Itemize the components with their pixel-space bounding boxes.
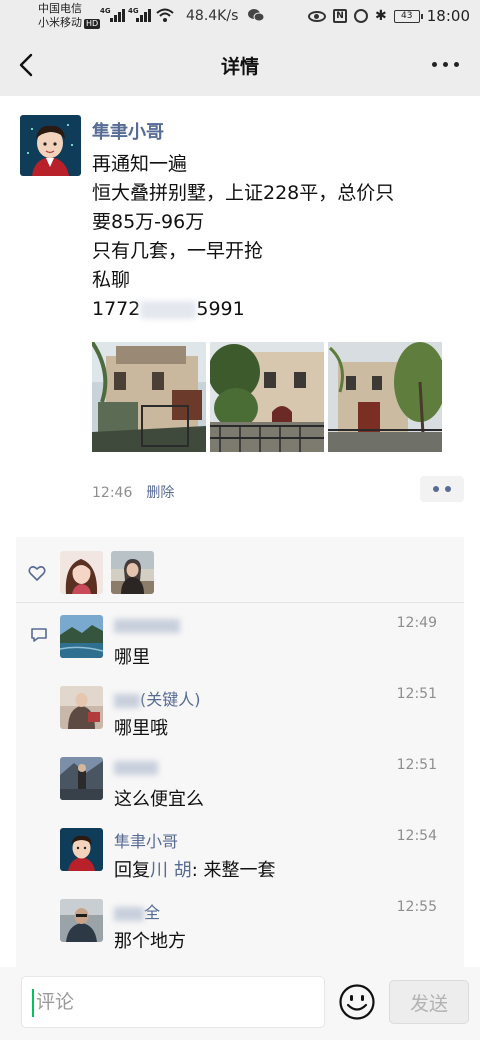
- status-bar: 中国电信 小米移动 HD 4G 4G 48.4K/s N ✱ 43 18:00: [0, 0, 480, 34]
- comment-item[interactable]: 12:49 哪里: [16, 615, 464, 687]
- network-1-label: 4G: [100, 7, 111, 15]
- network-2-label: 4G: [128, 7, 139, 15]
- commenter-avatar[interactable]: [60, 757, 103, 800]
- carrier-info: 中国电信 小米移动 HD: [38, 2, 101, 30]
- send-button[interactable]: 发送: [389, 980, 469, 1024]
- battery-icon: 43: [393, 9, 423, 23]
- reply-to-name[interactable]: 川 胡: [150, 860, 192, 881]
- post-photo-3[interactable]: [328, 342, 442, 452]
- post-line: 要85万-96万: [92, 211, 205, 233]
- comment-item[interactable]: (关键人) 12:51 哪里哦: [16, 686, 464, 758]
- commenter-name[interactable]: 全: [114, 899, 161, 922]
- carrier-2-row: 小米移动 HD: [38, 16, 101, 30]
- redacted-digits: [140, 300, 197, 319]
- commenter-avatar[interactable]: [60, 899, 103, 942]
- post-author[interactable]: 隼聿小哥: [92, 118, 164, 144]
- redacted-name: [114, 760, 158, 775]
- phone-number-link[interactable]: 1772 5991: [92, 295, 462, 324]
- comment-time: 12:51: [396, 686, 437, 702]
- phone-suffix: 5991: [196, 298, 245, 320]
- commenter-name-text: (关键人): [140, 690, 201, 709]
- post-photos: [92, 342, 442, 452]
- signal-1-icon: 4G: [100, 7, 125, 22]
- post-line: 再通知一遍: [92, 153, 188, 175]
- liker-avatar[interactable]: [60, 551, 103, 594]
- commenter-name[interactable]: [114, 615, 180, 635]
- phone-prefix: 1772: [92, 298, 141, 320]
- comment-time: 12:51: [396, 757, 437, 773]
- commenter-avatar[interactable]: [60, 828, 103, 871]
- status-right: N ✱ 43 18:00: [308, 7, 470, 25]
- text-caret: [32, 989, 34, 1017]
- comment-text: 哪里: [114, 647, 150, 668]
- comment-text: 这么便宜么: [114, 789, 204, 810]
- bluetooth-icon: ✱: [375, 8, 387, 24]
- wifi-icon: [156, 8, 174, 22]
- commenter-name[interactable]: 隼聿小哥: [114, 828, 178, 851]
- liker-avatar[interactable]: [111, 551, 154, 594]
- likes-row: [16, 537, 464, 603]
- redacted-name: [114, 906, 144, 921]
- comment-composer: 发送: [0, 967, 480, 1040]
- page-title: 详情: [220, 56, 259, 78]
- comment-text: 回复川 胡: 来整一套: [114, 856, 276, 882]
- carrier-1-label: 中国电信: [38, 2, 82, 15]
- comment-item[interactable]: 12:51 这么便宜么: [16, 757, 464, 829]
- commenter-name[interactable]: [114, 757, 158, 777]
- redacted-name: [114, 618, 180, 633]
- commenter-avatar[interactable]: [60, 686, 103, 729]
- eye-icon: [308, 10, 327, 22]
- comment-text: 那个地方: [114, 931, 186, 952]
- net-speed: 48.4K/s: [186, 8, 239, 24]
- alarm-icon: [354, 9, 369, 23]
- comment-time: 12:49: [396, 615, 437, 631]
- redacted-name: [114, 693, 140, 708]
- nfc-icon: N: [333, 9, 348, 23]
- clock: 18:00: [426, 7, 470, 25]
- carrier-2-label: 小米移动: [38, 16, 82, 29]
- commenter-name-text: 全: [144, 903, 161, 922]
- comment-item[interactable]: 全 12:55 那个地方: [16, 899, 464, 971]
- signal-2-icon: 4G: [128, 7, 151, 22]
- comment-item[interactable]: 隼聿小哥 12:54 回复川 胡: 来整一套: [16, 828, 464, 900]
- post-content: 再通知一遍 恒大叠拼别墅，上证228平，总价只 要85万-96万 只有几套，一早…: [92, 150, 462, 324]
- reply-separator: :: [191, 860, 204, 881]
- comment-time: 12:54: [396, 828, 437, 844]
- comment-time: 12:55: [396, 899, 437, 915]
- commenter-avatar[interactable]: [60, 615, 103, 658]
- like-comment-menu-button[interactable]: [420, 476, 464, 502]
- author-avatar[interactable]: [20, 115, 81, 176]
- delete-post-link[interactable]: 删除: [146, 485, 174, 501]
- heart-icon: [28, 566, 46, 581]
- hd-badge: HD: [84, 19, 101, 29]
- title-bar: 详情: [0, 34, 480, 96]
- emoji-icon[interactable]: [338, 983, 376, 1021]
- comment-input[interactable]: [21, 976, 325, 1028]
- post-meta: 12:46 删除: [92, 482, 174, 502]
- interaction-panel: 12:49 哪里 (关键人) 12:51 哪里哦 12:51 这么便宜么 隼聿小…: [16, 537, 464, 967]
- post-time: 12:46: [92, 485, 133, 501]
- post-line: 只有几套，一早开抢: [92, 240, 264, 262]
- reply-prefix: 回复: [114, 860, 150, 881]
- more-options-icon[interactable]: [432, 62, 460, 70]
- wechat-notification-icon: [248, 9, 265, 22]
- commenter-name[interactable]: (关键人): [114, 686, 201, 709]
- post-line: 恒大叠拼别墅，上证228平，总价只: [92, 182, 395, 204]
- post-photo-1[interactable]: [92, 342, 206, 452]
- reply-text: 来整一套: [203, 860, 276, 881]
- comment-text: 哪里哦: [114, 718, 168, 739]
- post-photo-2[interactable]: [210, 342, 324, 452]
- post-line: 私聊: [92, 269, 131, 291]
